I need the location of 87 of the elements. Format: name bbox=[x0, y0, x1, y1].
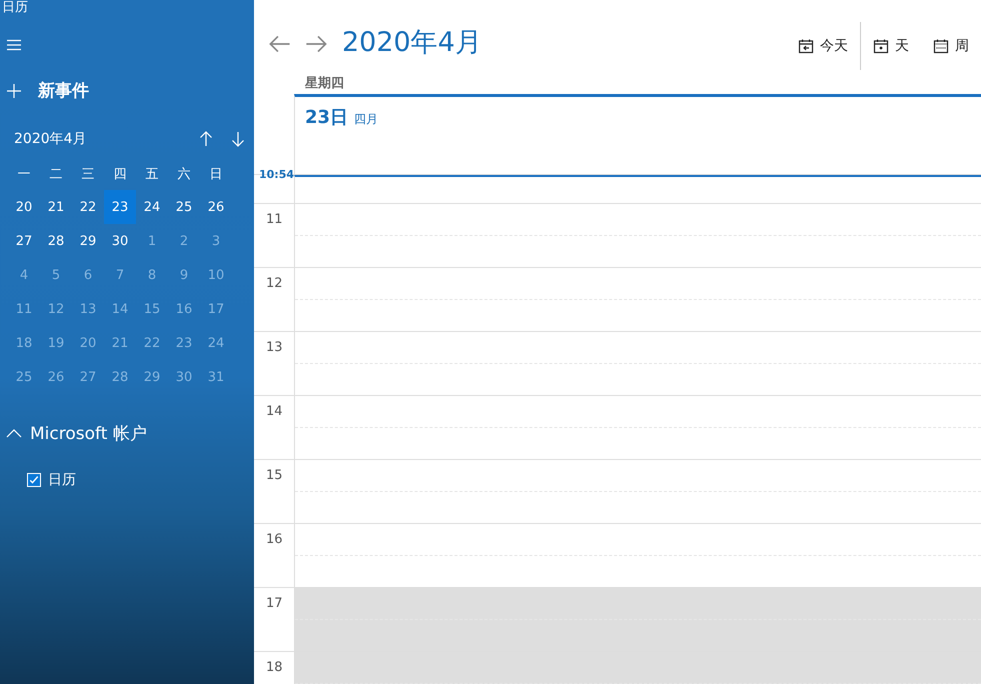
day-cell[interactable]: 12 bbox=[40, 292, 72, 326]
day-cell[interactable]: 13 bbox=[72, 292, 104, 326]
day-cell[interactable]: 21 bbox=[40, 190, 72, 224]
day-cell[interactable]: 31 bbox=[200, 360, 232, 394]
month-label: 2020年4月 bbox=[14, 130, 88, 148]
weekday-label: 一 bbox=[16, 166, 32, 184]
weekday-label: 六 bbox=[176, 166, 192, 184]
hour-slot[interactable] bbox=[294, 204, 981, 267]
weekday-label: 四 bbox=[112, 166, 128, 184]
calendar-week-icon bbox=[933, 38, 949, 54]
day-cell[interactable]: 22 bbox=[136, 326, 168, 360]
hour-slot[interactable] bbox=[294, 268, 981, 331]
day-cell[interactable]: 29 bbox=[136, 360, 168, 394]
up-arrow-icon bbox=[198, 131, 214, 147]
weekday-label: 五 bbox=[144, 166, 160, 184]
hour-slot[interactable] bbox=[294, 396, 981, 459]
account-header[interactable]: Microsoft 帐户 bbox=[6, 422, 254, 445]
month-small-label: 四月 bbox=[354, 111, 378, 128]
day-cell[interactable]: 8 bbox=[136, 258, 168, 292]
menu-icon-glyph bbox=[6, 37, 22, 53]
day-cell[interactable]: 6 bbox=[72, 258, 104, 292]
hour-slot[interactable] bbox=[294, 460, 981, 523]
hour-slot[interactable] bbox=[294, 332, 981, 395]
day-cell[interactable]: 24 bbox=[200, 326, 232, 360]
day-cell[interactable]: 3 bbox=[200, 224, 232, 258]
day-cell[interactable]: 16 bbox=[168, 292, 200, 326]
day-cell[interactable]: 23 bbox=[104, 190, 136, 224]
new-event-button[interactable]: 新事件 bbox=[6, 79, 254, 102]
hour-slot[interactable] bbox=[294, 524, 981, 587]
day-cell[interactable]: 15 bbox=[136, 292, 168, 326]
day-cell[interactable]: 25 bbox=[8, 360, 40, 394]
day-cell[interactable]: 23 bbox=[168, 326, 200, 360]
down-arrow-icon bbox=[230, 131, 246, 147]
app-title: 日历 bbox=[1, 0, 28, 15]
day-cell[interactable]: 26 bbox=[40, 360, 72, 394]
view-button[interactable]: 今天 bbox=[786, 30, 860, 62]
hour-label: 16 bbox=[265, 531, 284, 549]
current-time-label: 10:54 bbox=[258, 169, 294, 183]
calendar-day-icon bbox=[873, 38, 889, 54]
weekday-heading: 星期四 bbox=[305, 75, 345, 93]
day-cell[interactable]: 29 bbox=[72, 224, 104, 258]
day-cell[interactable]: 27 bbox=[8, 224, 40, 258]
day-cell[interactable]: 26 bbox=[200, 190, 232, 224]
day-cell[interactable]: 2 bbox=[168, 224, 200, 258]
day-cell[interactable]: 28 bbox=[40, 224, 72, 258]
day-cell[interactable]: 5 bbox=[40, 258, 72, 292]
hour-label: 13 bbox=[265, 339, 284, 357]
day-cell[interactable]: 24 bbox=[136, 190, 168, 224]
day-cell[interactable]: 9 bbox=[168, 258, 200, 292]
calendar-name: 日历 bbox=[48, 471, 76, 489]
day-cell[interactable]: 19 bbox=[40, 326, 72, 360]
plus-icon bbox=[6, 82, 22, 98]
day-cell[interactable]: 14 bbox=[104, 292, 136, 326]
day-cell[interactable]: 22 bbox=[72, 190, 104, 224]
view-button[interactable]: 周 bbox=[921, 30, 981, 62]
day-cell[interactable]: 25 bbox=[168, 190, 200, 224]
day-cell[interactable]: 18 bbox=[8, 326, 40, 360]
hour-label: 12 bbox=[265, 275, 284, 293]
hour-label: 11 bbox=[265, 211, 284, 229]
date-label: 23日 bbox=[305, 106, 348, 129]
checkbox[interactable] bbox=[27, 473, 41, 487]
hour-label: 15 bbox=[265, 467, 284, 485]
weekday-label: 三 bbox=[80, 166, 96, 184]
day-cell[interactable]: 27 bbox=[72, 360, 104, 394]
day-cell[interactable]: 4 bbox=[8, 258, 40, 292]
day-cell[interactable]: 30 bbox=[168, 360, 200, 394]
day-cell[interactable]: 21 bbox=[104, 326, 136, 360]
view-button[interactable]: 天 bbox=[861, 30, 921, 62]
day-cell[interactable]: 20 bbox=[72, 326, 104, 360]
day-cell[interactable]: 11 bbox=[8, 292, 40, 326]
hour-label: 17 bbox=[265, 595, 284, 613]
month-title: 2020年4月 bbox=[342, 26, 483, 60]
day-cell[interactable]: 17 bbox=[200, 292, 232, 326]
day-cell[interactable]: 28 bbox=[104, 360, 136, 394]
day-cell[interactable]: 20 bbox=[8, 190, 40, 224]
weekday-label: 日 bbox=[208, 166, 224, 184]
check-icon bbox=[28, 474, 40, 486]
hour-label: 18 bbox=[265, 659, 284, 677]
day-cell[interactable]: 7 bbox=[104, 258, 136, 292]
hour-slot[interactable] bbox=[294, 588, 981, 651]
day-cell[interactable]: 10 bbox=[200, 258, 232, 292]
weekday-label: 二 bbox=[48, 166, 64, 184]
day-cell[interactable]: 1 bbox=[136, 224, 168, 258]
menu-icon[interactable] bbox=[6, 37, 24, 53]
day-cell[interactable]: 30 bbox=[104, 224, 136, 258]
hour-label: 14 bbox=[265, 403, 284, 421]
calendar-back-icon bbox=[798, 38, 814, 54]
